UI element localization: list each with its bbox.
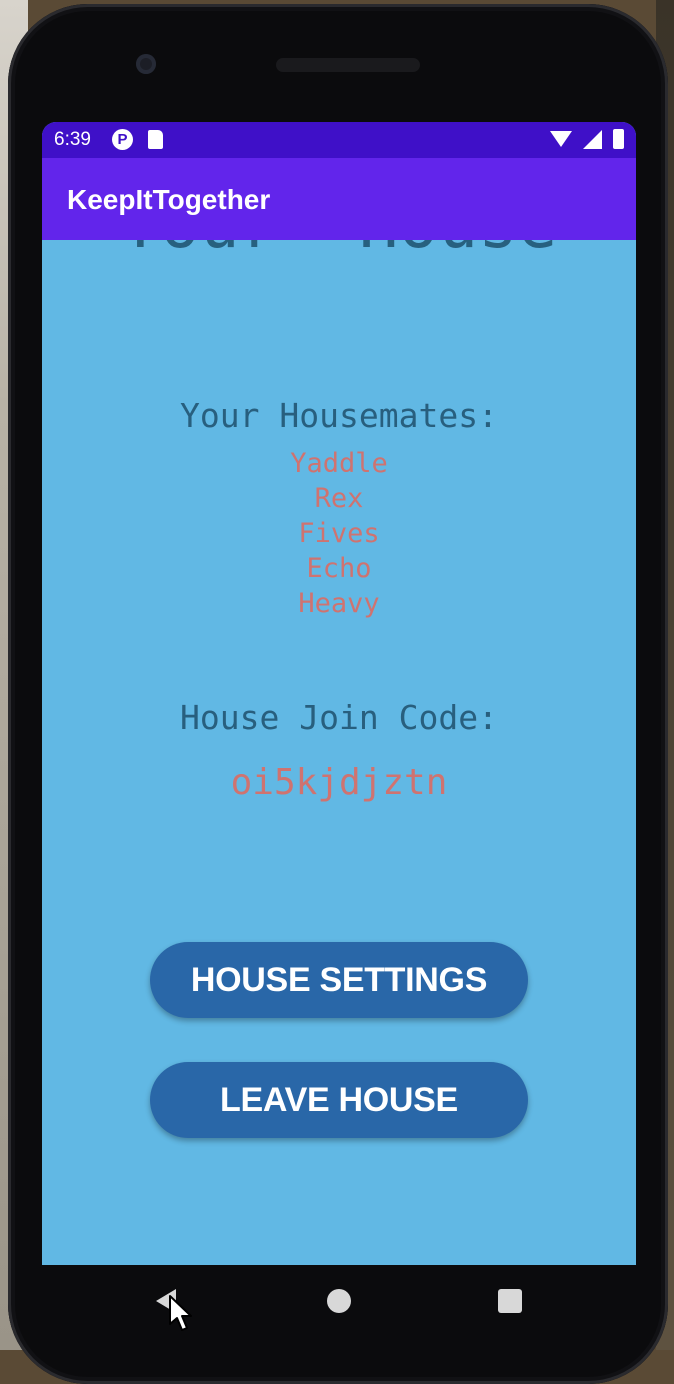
main-content[interactable]: Your House Your Housemates: Yaddle Rex F…: [42, 240, 636, 1265]
house-settings-button[interactable]: HOUSE SETTINGS: [150, 942, 528, 1018]
join-code-label: House Join Code:: [180, 698, 498, 737]
join-code-value: oi5kjdjztn: [230, 762, 448, 803]
housemate-item: Yaddle: [290, 448, 388, 479]
status-bar: 6:39 P: [42, 122, 636, 158]
sd-card-icon: [148, 130, 163, 149]
app-screen: 6:39 P KeepItTogether Your House Your Ho…: [42, 122, 636, 1265]
app-title: KeepItTogether: [67, 184, 271, 215]
front-camera: [136, 54, 156, 74]
battery-icon: [613, 129, 624, 149]
housemate-item: Heavy: [298, 588, 380, 619]
housemates-label: Your Housemates:: [180, 396, 498, 435]
housemate-item: Rex: [314, 483, 364, 514]
leave-house-button[interactable]: LEAVE HOUSE: [150, 1062, 528, 1138]
housemate-item: Fives: [298, 518, 380, 549]
mouse-cursor-icon: [169, 1295, 192, 1331]
p-app-icon: P: [112, 129, 133, 150]
wifi-icon: [550, 131, 572, 147]
signal-icon: [583, 130, 602, 149]
status-time: 6:39: [54, 129, 91, 150]
earpiece-speaker: [276, 58, 420, 72]
home-icon[interactable]: [327, 1289, 351, 1313]
housemates-list: Yaddle Rex Fives Echo Heavy: [42, 446, 636, 621]
app-bar: KeepItTogether: [42, 158, 636, 240]
recents-icon[interactable]: [498, 1289, 522, 1313]
page-title: Your House: [42, 240, 636, 258]
housemate-item: Echo: [306, 553, 372, 584]
